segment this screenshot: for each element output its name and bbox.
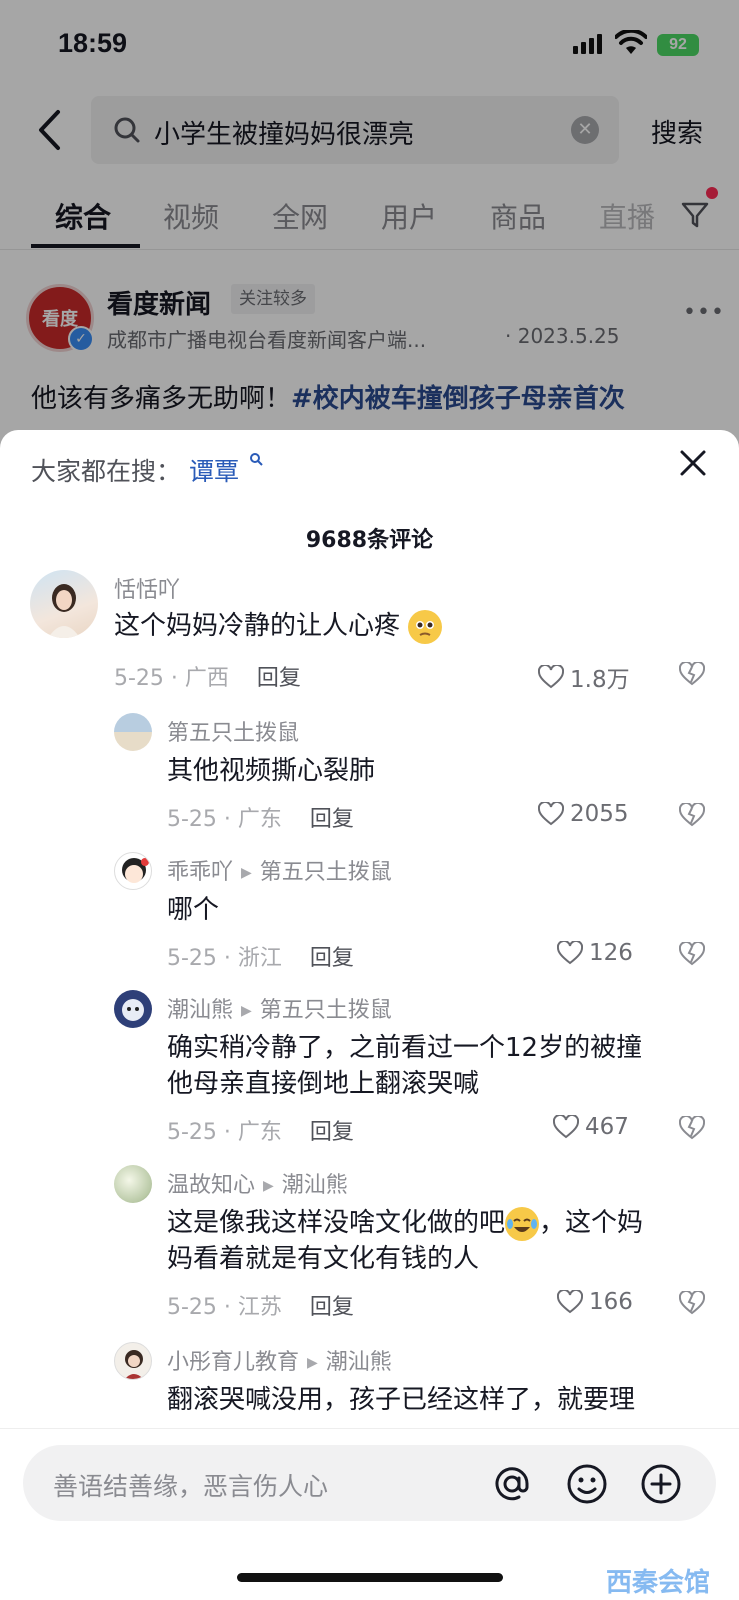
close-icon[interactable] — [676, 446, 710, 480]
comment-username-text: 小彤育儿教育 — [167, 1350, 300, 1375]
comment-text: 哪个 — [167, 895, 220, 925]
comment-text-content: ，这个妈 — [539, 1208, 644, 1238]
comment-text-content: 这个妈妈冷静的让人心疼 — [114, 611, 401, 641]
broken-heart-icon[interactable] — [679, 662, 705, 686]
reply-arrow-icon: ▶ — [263, 1178, 274, 1194]
comment-count: 9688条评论 — [305, 528, 434, 553]
comment-sheet: 大家都在搜： 谭覃 9688条评论 恬恬吖 这个妈妈冷静的让人心疼 5-25 ·… — [0, 430, 739, 1600]
like-count: 2055 — [570, 801, 629, 827]
comment-meta: 5-25 · 浙江 回复 — [167, 940, 354, 972]
comment-username[interactable]: 小彤育儿教育 ▶ 潮汕熊 — [167, 1344, 392, 1376]
comment-input-bar: 善语结善缘，恶言伤人心 — [0, 1428, 739, 1538]
comment-username-text: 潮汕熊 — [167, 998, 234, 1023]
hot-search-keyword[interactable]: 谭覃 — [189, 457, 239, 486]
home-indicator[interactable] — [237, 1573, 503, 1582]
comment-username[interactable]: 温故知心 ▶ 潮汕熊 — [167, 1167, 348, 1199]
search-icon — [249, 453, 263, 466]
like-count: 467 — [585, 1114, 629, 1140]
broken-heart-icon[interactable] — [679, 942, 705, 966]
heart-icon — [553, 1115, 579, 1139]
reply-button[interactable]: 回复 — [257, 666, 301, 691]
like-button[interactable]: 166 — [557, 1289, 633, 1315]
add-icon[interactable] — [640, 1463, 682, 1505]
comment-username[interactable]: 潮汕熊 ▶ 第五只土拨鼠 — [167, 992, 392, 1024]
emoji-icon[interactable] — [566, 1463, 608, 1505]
reply-button[interactable]: 回复 — [310, 1120, 354, 1145]
comment-date-location: 5-25 · 广东 — [167, 1120, 282, 1145]
reply-button[interactable]: 回复 — [310, 1295, 354, 1320]
comment-text-content: 这是像我这样没啥文化做的吧 — [167, 1208, 506, 1238]
reply-button[interactable]: 回复 — [310, 807, 354, 832]
comment-meta: 5-25 · 广西 回复 — [114, 660, 301, 692]
comment-username-text: 温故知心 — [167, 1173, 256, 1198]
comment-text-line: 确实稍冷静了，之前看过一个12岁的被撞 — [167, 1033, 643, 1063]
broken-heart-icon[interactable] — [679, 1116, 705, 1140]
like-count: 166 — [589, 1289, 633, 1315]
like-count: 126 — [589, 940, 633, 966]
watermark: 西秦会馆 — [606, 1568, 711, 1598]
comment-date-location: 5-25 · 广西 — [114, 666, 229, 691]
like-button[interactable]: 1.8万 — [538, 660, 630, 694]
like-button[interactable]: 2055 — [538, 801, 629, 827]
avatar[interactable] — [114, 713, 152, 751]
pleading-face-emoji-icon — [408, 609, 443, 644]
avatar[interactable] — [30, 570, 98, 638]
reply-arrow-icon: ▶ — [307, 1355, 318, 1371]
avatar[interactable] — [114, 1165, 152, 1203]
heart-icon — [557, 941, 583, 965]
comment-username-text: 乖乖吖 — [167, 860, 234, 885]
comment-text: 其他视频撕心裂肺 — [167, 756, 376, 786]
broken-heart-icon[interactable] — [679, 1291, 705, 1315]
comment-text: 这是像我这样没啥文化做的吧 ，这个妈 妈看着就是有文化有钱的人 — [167, 1205, 643, 1277]
comment-username[interactable]: 乖乖吖 ▶ 第五只土拨鼠 — [167, 854, 392, 886]
mention-icon[interactable] — [491, 1463, 533, 1505]
reply-to-username[interactable]: 第五只土拨鼠 — [260, 860, 392, 885]
avatar[interactable] — [114, 852, 152, 890]
comment-input-placeholder: 善语结善缘，恶言伤人心 — [53, 1472, 329, 1501]
comment-date-location: 5-25 · 浙江 — [167, 946, 282, 971]
comment-username[interactable]: 恬恬吖 — [114, 572, 180, 604]
hot-search-label: 大家都在搜： — [31, 457, 182, 486]
comment-meta: 5-25 · 广东 回复 — [167, 1114, 354, 1146]
heart-icon — [538, 665, 564, 689]
like-button[interactable]: 467 — [553, 1114, 629, 1140]
avatar[interactable] — [114, 990, 152, 1028]
comment-text: 翻滚哭喊没用，孩子已经这样了，就要理 — [167, 1385, 636, 1415]
heart-icon — [557, 1290, 583, 1314]
comment-text: 这个妈妈冷静的让人心疼 — [114, 608, 443, 644]
comment-text-line: 他母亲直接倒地上翻滚哭喊 — [167, 1069, 480, 1099]
crying-laughing-emoji-icon — [505, 1206, 540, 1241]
comment-text: 确实稍冷静了，之前看过一个12岁的被撞 他母亲直接倒地上翻滚哭喊 — [167, 1030, 642, 1102]
comment-date-location: 5-25 · 广东 — [167, 807, 282, 832]
reply-arrow-icon: ▶ — [241, 1003, 252, 1019]
like-button[interactable]: 126 — [557, 940, 633, 966]
reply-to-username[interactable]: 潮汕熊 — [326, 1350, 392, 1375]
reply-to-username[interactable]: 潮汕熊 — [282, 1173, 348, 1198]
broken-heart-icon[interactable] — [679, 803, 705, 827]
avatar[interactable] — [114, 1342, 152, 1380]
comment-date-location: 5-25 · 江苏 — [167, 1295, 282, 1320]
comment-meta: 5-25 · 江苏 回复 — [167, 1289, 354, 1321]
hot-search: 大家都在搜： 谭覃 — [31, 452, 263, 488]
comment-username[interactable]: 第五只土拨鼠 — [167, 715, 299, 747]
comment-meta: 5-25 · 广东 回复 — [167, 801, 354, 833]
dim-overlay[interactable] — [0, 0, 739, 470]
reply-to-username[interactable]: 第五只土拨鼠 — [260, 998, 392, 1023]
comment-input[interactable]: 善语结善缘，恶言伤人心 — [23, 1445, 716, 1521]
reply-arrow-icon: ▶ — [241, 865, 252, 881]
like-count: 1.8万 — [570, 667, 630, 693]
heart-icon — [538, 802, 564, 826]
reply-button[interactable]: 回复 — [310, 946, 354, 971]
comment-text-line: 妈看着就是有文化有钱的人 — [167, 1244, 480, 1274]
